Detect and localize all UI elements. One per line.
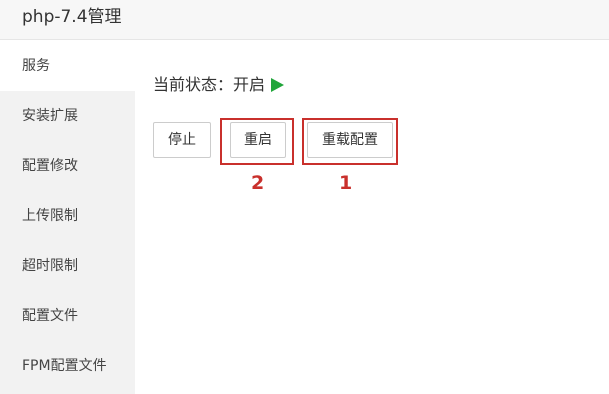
sidebar: 服务 安装扩展 配置修改 上传限制 超时限制 配置文件 FPM配置文件 (0, 41, 135, 394)
sidebar-item-install-extensions[interactable]: 安装扩展 (0, 91, 135, 141)
sidebar-item-upload-limit[interactable]: 上传限制 (0, 191, 135, 241)
sidebar-item-label: 配置文件 (22, 308, 78, 324)
title-bar: php-7.4管理 (0, 0, 609, 40)
play-icon (271, 78, 285, 92)
annotation-marker-2: 2 (251, 172, 265, 194)
status-label: 当前状态： (153, 75, 234, 94)
restart-button[interactable]: 重启 (230, 122, 286, 158)
sidebar-item-label: FPM配置文件 (22, 358, 107, 374)
service-panel: 当前状态： 开启 停止 重启 重载配置 2 1 (135, 41, 609, 394)
sidebar-item-label: 安装扩展 (22, 108, 78, 124)
status-value: 开启 (233, 75, 266, 94)
sidebar-item-label: 服务 (22, 58, 50, 74)
sidebar-item-label: 上传限制 (22, 208, 78, 224)
sidebar-item-service[interactable]: 服务 (0, 41, 135, 91)
annotation-marker-1: 1 (339, 172, 353, 194)
sidebar-item-fpm-config-file[interactable]: FPM配置文件 (0, 341, 135, 391)
window-title: php-7.4管理 (22, 7, 122, 27)
sidebar-item-config-file[interactable]: 配置文件 (0, 291, 135, 341)
stop-button[interactable]: 停止 (153, 122, 211, 158)
status-row: 当前状态： 开启 (153, 75, 285, 95)
sidebar-item-label: 配置修改 (22, 158, 78, 174)
reload-config-button[interactable]: 重载配置 (307, 122, 393, 158)
sidebar-item-config-edit[interactable]: 配置修改 (0, 141, 135, 191)
sidebar-item-label: 超时限制 (22, 258, 78, 274)
sidebar-item-timeout-limit[interactable]: 超时限制 (0, 241, 135, 291)
